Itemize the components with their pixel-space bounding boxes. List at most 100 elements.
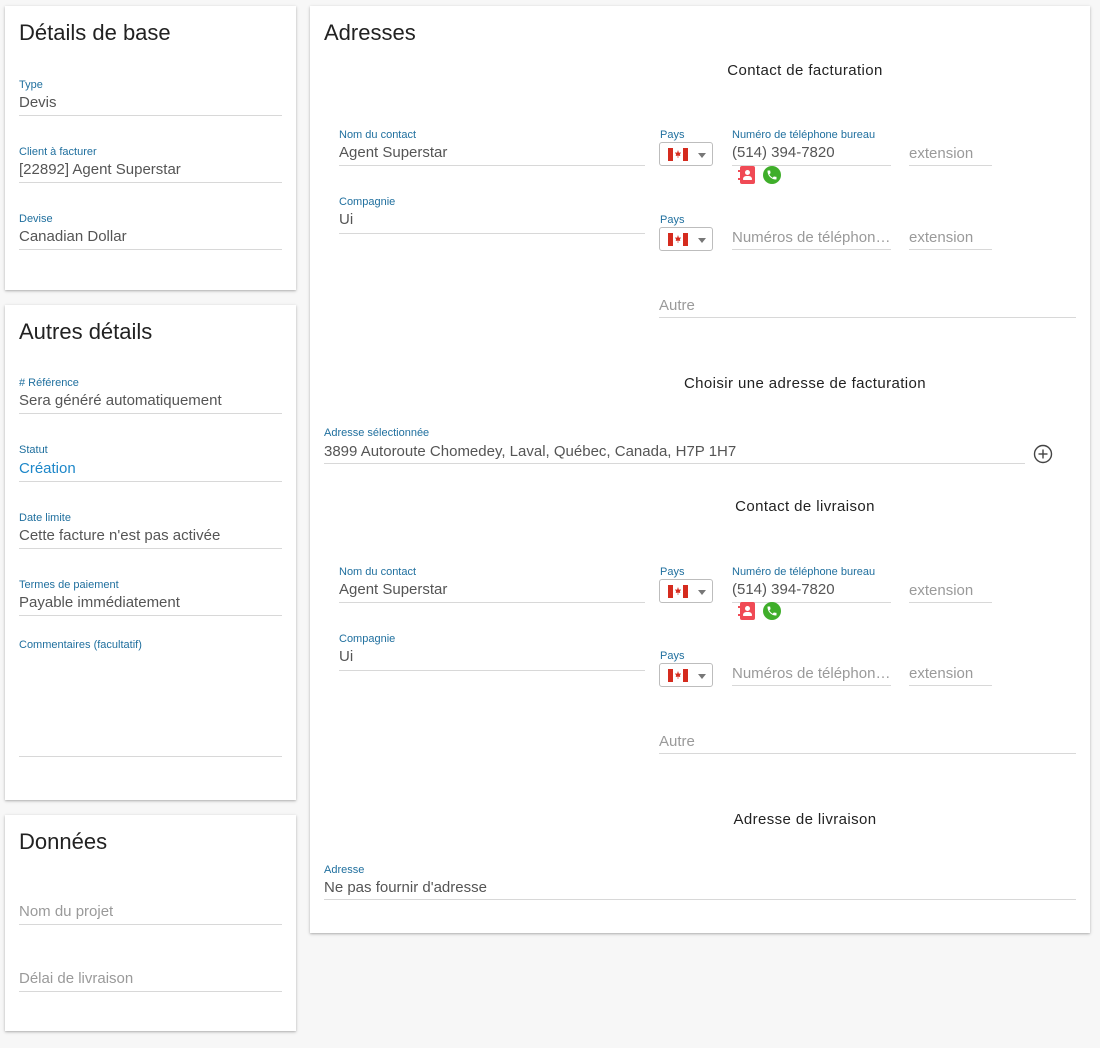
- delivery-office-phone-label: Numéro de téléphone bureau: [732, 566, 876, 578]
- selected-billing-address-field[interactable]: Adresse sélectionnée 3899 Autoroute Chom…: [324, 427, 1025, 464]
- payment-terms-field[interactable]: Termes de paiement Payable immédiatement: [19, 579, 282, 616]
- billing-address-heading: Choisir une adresse de facturation: [683, 375, 927, 392]
- project-name-placeholder: Nom du projet: [19, 903, 114, 920]
- delivery-company-value: Ui: [339, 648, 354, 665]
- delivery-extension2-placeholder: extension: [909, 665, 974, 682]
- delivery-phone2-input[interactable]: Numéros de téléphone…: [732, 662, 891, 686]
- selected-billing-address-label: Adresse sélectionnée: [324, 427, 430, 439]
- type-value: Devis: [19, 94, 57, 111]
- chevron-down-icon: [698, 590, 706, 595]
- selected-billing-address-value: 3899 Autoroute Chomedey, Laval, Québec, …: [324, 443, 737, 460]
- delivery-phone2-placeholder: Numéros de téléphone…: [732, 665, 891, 682]
- billing-extension2-placeholder: extension: [909, 229, 974, 246]
- billing-office-phone-value: (514) 394-7820: [732, 144, 835, 161]
- delivery-address-field[interactable]: Adresse Ne pas fournir d'adresse: [324, 864, 1076, 900]
- billing-contact-name-field[interactable]: Nom du contact Agent Superstar: [339, 129, 645, 166]
- type-field[interactable]: Type Devis: [19, 79, 282, 116]
- delivery-company-label: Compagnie: [339, 633, 396, 645]
- billing-extension-input[interactable]: extension: [909, 142, 992, 166]
- billing-extension-placeholder: extension: [909, 145, 974, 162]
- delivery-contact-name-value: Agent Superstar: [339, 581, 448, 598]
- delivery-delay-input[interactable]: Délai de livraison: [19, 968, 282, 992]
- other-details-card: Autres détails # Référence Sera généré a…: [5, 305, 296, 800]
- currency-field[interactable]: Devise Canadian Dollar: [19, 213, 282, 250]
- billing-phone-country-select[interactable]: [659, 142, 713, 166]
- client-value: [22892] Agent Superstar: [19, 161, 181, 178]
- delivery-delay-placeholder: Délai de livraison: [19, 970, 134, 987]
- billing-phone-country-label: Pays: [660, 129, 685, 141]
- billing-company-label: Compagnie: [339, 196, 396, 208]
- delivery-phone2-country-label: Pays: [660, 650, 685, 662]
- comments-label: Commentaires (facultatif): [19, 639, 142, 651]
- delivery-contact-name-label: Nom du contact: [339, 566, 417, 578]
- delivery-extension2-input[interactable]: extension: [909, 662, 992, 686]
- currency-label: Devise: [19, 213, 53, 225]
- billing-extension2-input[interactable]: extension: [909, 226, 992, 250]
- billing-contact-heading: Contact de facturation: [727, 62, 883, 79]
- delivery-contact-heading: Contact de livraison: [735, 498, 875, 515]
- billing-office-phone-label: Numéro de téléphone bureau: [732, 129, 876, 141]
- billing-phone2-country-select[interactable]: [659, 227, 713, 251]
- delivery-phone2-country-select[interactable]: [659, 663, 713, 687]
- canada-flag-icon: [668, 669, 688, 682]
- status-value: Création: [19, 460, 76, 477]
- billing-other-input[interactable]: Autre: [659, 294, 1076, 318]
- status-field[interactable]: Statut Création: [19, 444, 282, 482]
- reference-value: Sera généré automatiquement: [19, 392, 222, 409]
- delivery-extension-input[interactable]: extension: [909, 579, 992, 603]
- chevron-down-icon: [698, 674, 706, 679]
- delivery-company-field[interactable]: Compagnie Ui: [339, 633, 645, 671]
- delivery-address-label: Adresse: [324, 864, 365, 876]
- type-label: Type: [19, 79, 43, 91]
- due-date-field[interactable]: Date limite Cette facture n'est pas acti…: [19, 512, 282, 549]
- basic-details-title: Détails de base: [19, 20, 171, 45]
- canada-flag-icon: [668, 233, 688, 246]
- addresses-title: Adresses: [324, 20, 416, 45]
- add-circle-icon[interactable]: [1033, 444, 1053, 464]
- delivery-phone-country-select[interactable]: [659, 579, 713, 603]
- delivery-address-value: Ne pas fournir d'adresse: [324, 879, 487, 896]
- status-label: Statut: [19, 444, 48, 456]
- payment-terms-value: Payable immédiatement: [19, 594, 180, 611]
- due-date-label: Date limite: [19, 512, 71, 524]
- reference-label: # Référence: [19, 377, 79, 389]
- project-name-input[interactable]: Nom du projet: [19, 901, 282, 925]
- billing-phone2-placeholder: Numéros de téléphone…: [732, 229, 891, 246]
- basic-details-card: Détails de base Type Devis Client à fact…: [5, 6, 296, 290]
- canada-flag-icon: [668, 148, 688, 161]
- billing-company-field[interactable]: Compagnie Ui: [339, 196, 645, 234]
- billing-other-placeholder: Autre: [659, 297, 695, 314]
- data-title: Données: [19, 829, 108, 854]
- delivery-contact-name-field[interactable]: Nom du contact Agent Superstar: [339, 566, 645, 603]
- phone-call-icon[interactable]: [763, 602, 781, 620]
- delivery-office-phone-field[interactable]: Numéro de téléphone bureau (514) 394-782…: [732, 566, 891, 603]
- billing-office-phone-field[interactable]: Numéro de téléphone bureau (514) 394-782…: [732, 129, 891, 166]
- chevron-down-icon: [698, 153, 706, 158]
- delivery-other-input[interactable]: Autre: [659, 730, 1076, 754]
- billing-phone2-input[interactable]: Numéros de téléphone…: [732, 226, 891, 250]
- due-date-value: Cette facture n'est pas activée: [19, 527, 221, 544]
- addresses-card: Adresses Contact de facturation Nom du c…: [310, 6, 1090, 933]
- billing-company-value: Ui: [339, 211, 354, 228]
- client-field[interactable]: Client à facturer [22892] Agent Supersta…: [19, 146, 282, 183]
- delivery-other-placeholder: Autre: [659, 733, 695, 750]
- delivery-extension-placeholder: extension: [909, 582, 974, 599]
- currency-value: Canadian Dollar: [19, 228, 127, 245]
- other-details-title: Autres détails: [19, 319, 153, 344]
- delivery-office-phone-value: (514) 394-7820: [732, 581, 835, 598]
- delivery-address-heading: Adresse de livraison: [733, 811, 877, 828]
- data-card: Données Nom du projet Délai de livraison: [5, 815, 296, 1031]
- payment-terms-label: Termes de paiement: [19, 579, 119, 591]
- client-label: Client à facturer: [19, 146, 97, 158]
- phone-call-icon[interactable]: [763, 166, 781, 184]
- contact-book-icon[interactable]: [738, 166, 755, 184]
- billing-contact-name-value: Agent Superstar: [339, 144, 448, 161]
- canada-flag-icon: [668, 585, 688, 598]
- chevron-down-icon: [698, 238, 706, 243]
- delivery-phone-country-label: Pays: [660, 566, 685, 578]
- reference-field: # Référence Sera généré automatiquement: [19, 377, 282, 414]
- comments-textarea[interactable]: Commentaires (facultatif): [19, 639, 282, 757]
- billing-phone2-country-label: Pays: [660, 214, 685, 226]
- billing-contact-name-label: Nom du contact: [339, 129, 417, 141]
- contact-book-icon[interactable]: [738, 602, 755, 620]
